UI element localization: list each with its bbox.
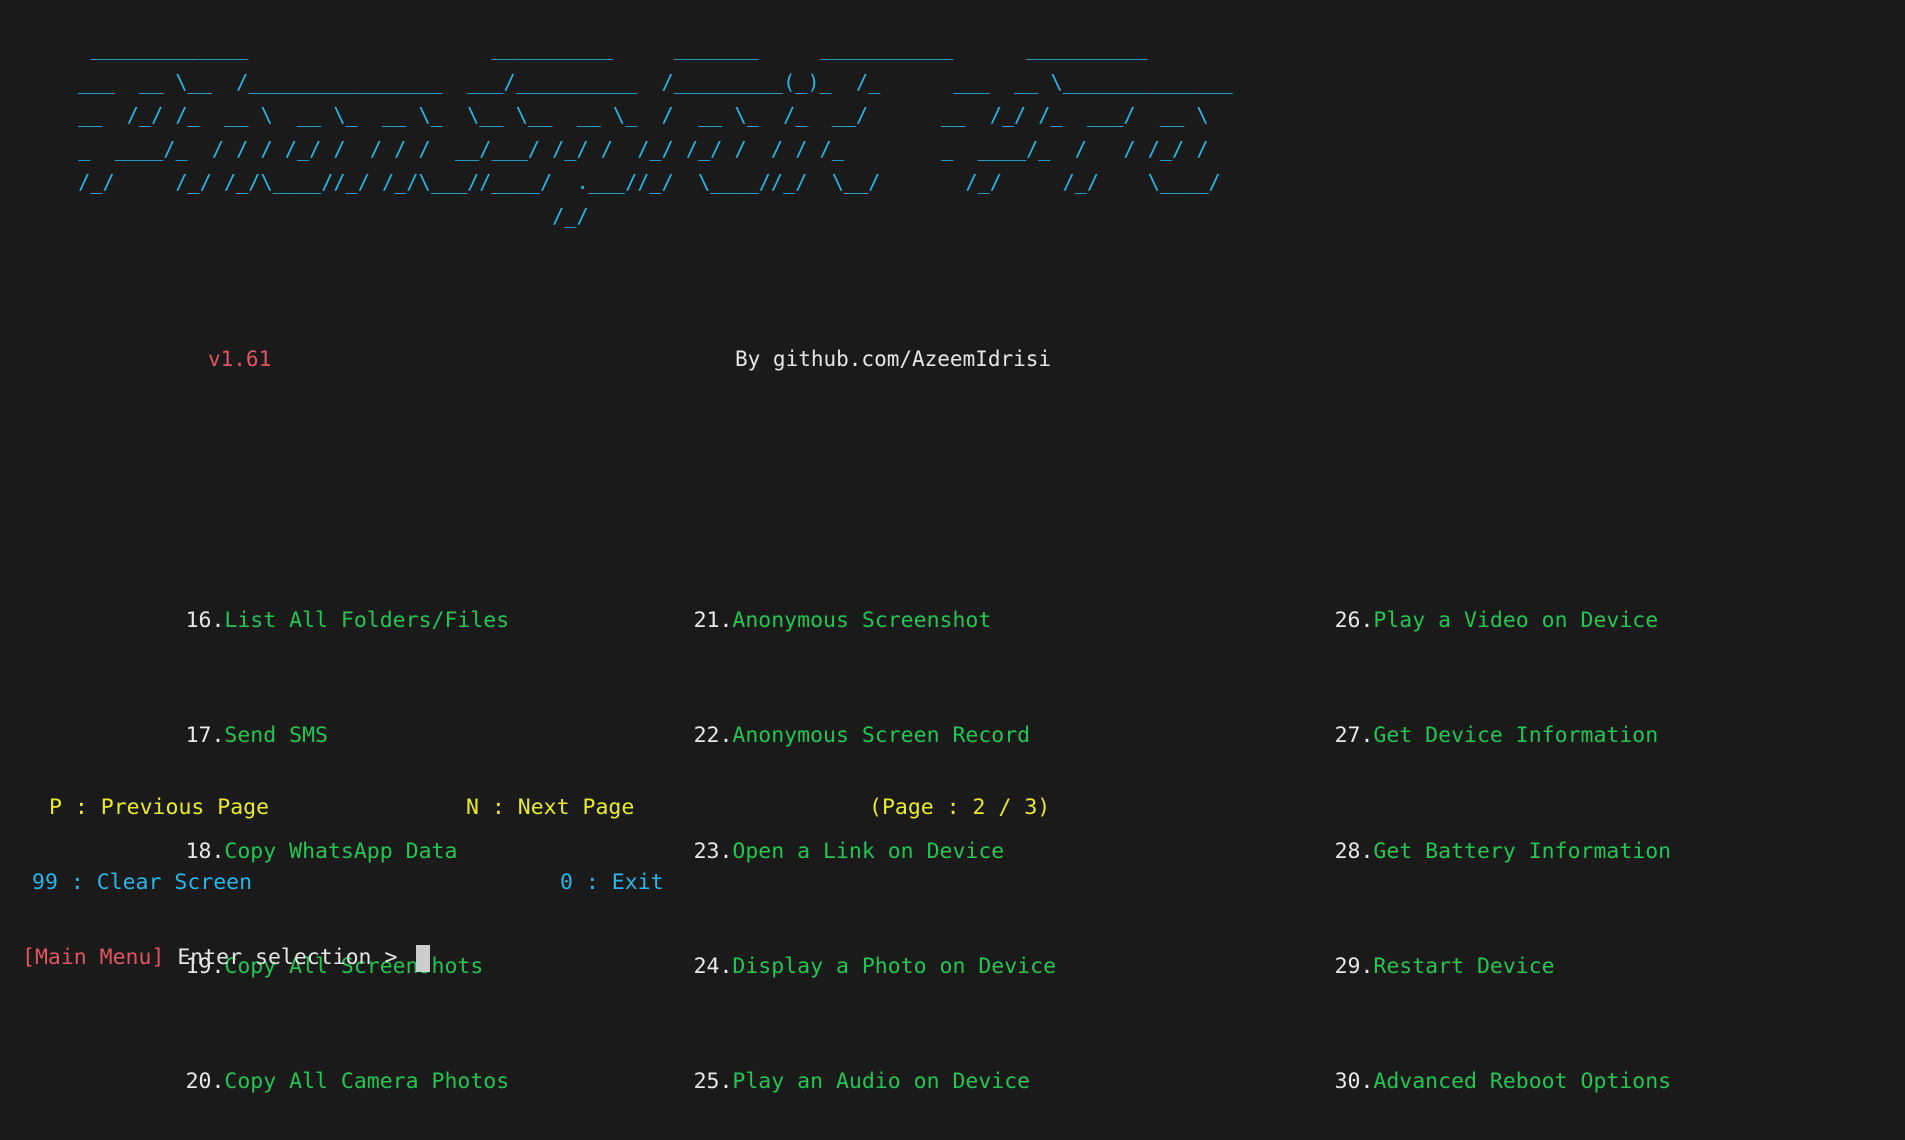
ascii-art-banner: _____________ __________ _______ _______… xyxy=(78,36,1233,228)
menu-item-number: 25. xyxy=(693,1069,733,1095)
menu-item-label: Send SMS xyxy=(224,723,328,749)
menu-item-number: 20. xyxy=(185,1069,225,1095)
menu-item-number: 24. xyxy=(693,953,733,979)
menu-item-number: 27. xyxy=(1334,723,1374,749)
menu-item-number: 28. xyxy=(1334,838,1374,864)
previous-page-option[interactable]: P : Previous Page xyxy=(49,789,269,827)
menu-item-21[interactable]: 21.Anonymous Screenshot xyxy=(590,564,1056,633)
menu-item-17[interactable]: 17.Send SMS xyxy=(82,679,509,748)
menu-item-20[interactable]: 20.Copy All Camera Photos xyxy=(82,1025,510,1094)
exit-option[interactable]: 0 : Exit xyxy=(560,864,664,902)
menu-item-26[interactable]: 26.Play a Video on Device xyxy=(1231,564,1671,633)
menu-item-number: 23. xyxy=(693,838,733,864)
menu-item-label: Restart Device xyxy=(1373,953,1555,979)
menu-item-label: List All Folders/Files xyxy=(224,608,510,634)
menu-item-number: 22. xyxy=(693,723,733,749)
prompt-context-label: [Main Menu] xyxy=(22,945,165,970)
menu-item-label: Get Battery Information xyxy=(1373,838,1672,864)
menu-item-24[interactable]: 24.Display a Photo on Device xyxy=(590,909,1056,979)
menu-item-16[interactable]: 16.List All Folders/Files xyxy=(82,564,510,633)
menu-item-30[interactable]: 30.Advanced Reboot Options xyxy=(1231,1025,1672,1094)
page-indicator: (Page : 2 / 3) xyxy=(869,795,1051,820)
text-cursor xyxy=(416,944,431,972)
banner-meta-row: v1.61 By github.com/AzeemIdrisi xyxy=(0,342,1905,376)
pagination-row: P : Previous Page N : Next Page (Page : … xyxy=(0,789,1905,827)
terminal-window: _____________ __________ _______ _______… xyxy=(0,0,1905,1094)
menu-item-label: Play a Video on Device xyxy=(1373,608,1659,634)
menu-item-22[interactable]: 22.Anonymous Screen Record xyxy=(590,679,1056,748)
author-credit: By github.com/AzeemIdrisi xyxy=(735,347,1052,371)
menu-item-label: Copy WhatsApp Data xyxy=(224,838,458,864)
menu-item-label: Display a Photo on Device xyxy=(732,953,1057,979)
menu-item-number: 26. xyxy=(1334,608,1374,634)
menu-item-29[interactable]: 29.Restart Device xyxy=(1231,909,1671,979)
next-page-option[interactable]: N : Next Page xyxy=(466,789,634,827)
menu-item-label: Anonymous Screen Record xyxy=(732,723,1031,749)
menu-item-number: 17. xyxy=(185,723,225,749)
menu-item-number: 30. xyxy=(1334,1069,1374,1095)
menu-item-label: Copy All Camera Photos xyxy=(224,1069,510,1095)
menu-item-label: Get Device Information xyxy=(1373,723,1659,749)
command-prompt[interactable]: [Main Menu] Enter selection > xyxy=(22,939,431,977)
menu-item-27[interactable]: 27.Get Device Information xyxy=(1231,679,1671,748)
menu-item-label: Advanced Reboot Options xyxy=(1373,1069,1672,1095)
utility-row: 99 : Clear Screen 0 : Exit xyxy=(0,864,1905,902)
clear-screen-option[interactable]: 99 : Clear Screen xyxy=(32,864,252,902)
menu-item-number: 18. xyxy=(185,838,225,864)
menu-item-label: Open a Link on Device xyxy=(732,838,1005,864)
menu-item-label: Play an Audio on Device xyxy=(732,1069,1031,1095)
menu-item-25[interactable]: 25.Play an Audio on Device xyxy=(590,1025,1056,1094)
prompt-text: Enter selection > xyxy=(164,945,411,970)
menu-item-number: 16. xyxy=(185,608,225,634)
menu-item-label: Anonymous Screenshot xyxy=(732,608,992,634)
version-label: v1.61 xyxy=(208,347,272,371)
menu-item-number: 21. xyxy=(693,608,733,634)
menu-item-number: 29. xyxy=(1334,953,1374,979)
